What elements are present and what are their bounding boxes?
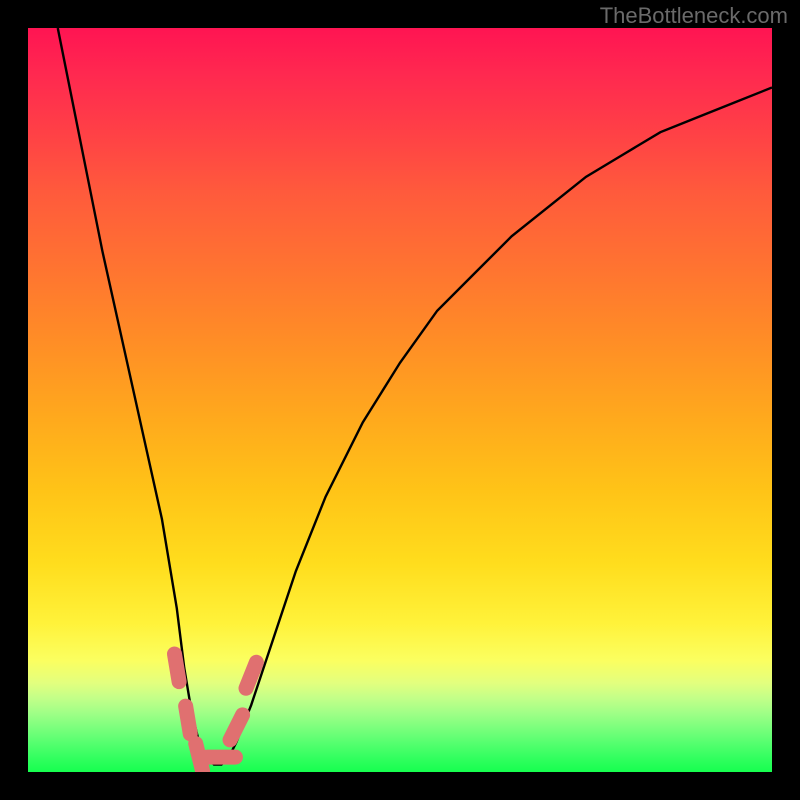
curve-marker [186,706,191,734]
curve-marker [175,654,180,682]
bottleneck-curve [58,28,772,765]
curve-marker [246,662,256,688]
curve-marker [230,715,243,740]
plot-area [28,28,772,772]
curve-svg [28,28,772,772]
watermark-text: TheBottleneck.com [600,3,788,29]
curve-markers [175,654,257,771]
chart-container: TheBottleneck.com [0,0,800,800]
